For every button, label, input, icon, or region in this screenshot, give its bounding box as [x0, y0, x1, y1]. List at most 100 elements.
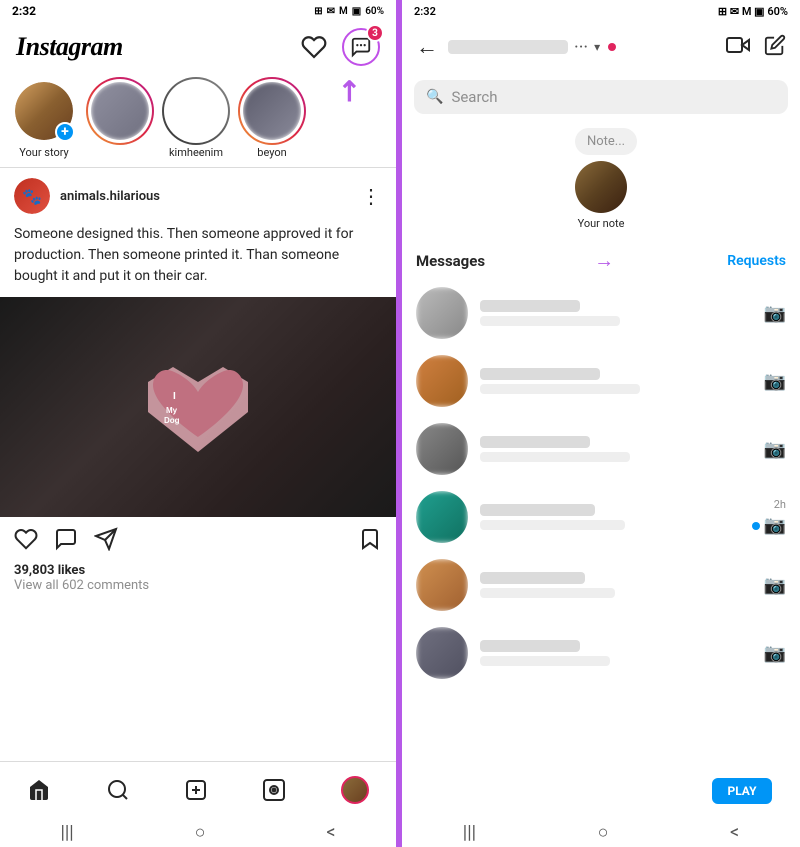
post-header: 🐾 animals.hilarious ⋮: [0, 168, 396, 224]
post-caption: Someone designed this. Then someone appr…: [0, 224, 396, 297]
message-info: [480, 504, 740, 530]
video-call-button[interactable]: [726, 33, 750, 61]
story-item-beyond[interactable]: beyon: [240, 80, 304, 159]
gps-icon: M: [339, 6, 348, 17]
message-preview-blur: [480, 656, 610, 666]
message-item[interactable]: 📷: [402, 619, 800, 687]
post-username: animals.hilarious: [60, 189, 351, 204]
story-item-kimheenim[interactable]: 👤 kimheenim: [164, 80, 228, 159]
story-item-2[interactable]: ​: [88, 80, 152, 159]
nav-add[interactable]: [174, 774, 218, 806]
message-meta: 📷: [764, 303, 786, 324]
status-icons-left: ⊞ ✉ M ▣ 60%: [314, 6, 384, 17]
message-avatar: [416, 491, 468, 543]
android-home-left[interactable]: ○: [195, 822, 206, 843]
wifi-icon-r: ▣: [754, 5, 764, 18]
message-info: [480, 300, 752, 326]
heart-button[interactable]: [300, 33, 328, 61]
back-button[interactable]: ←: [416, 34, 438, 60]
message-meta: 📷: [764, 575, 786, 596]
status-bar-left: 2:32 ⊞ ✉ M ▣ 60%: [0, 0, 396, 22]
share-button[interactable]: [94, 527, 118, 557]
search-bar[interactable]: 🔍 Search: [414, 80, 788, 114]
android-back-left[interactable]: <: [326, 822, 335, 843]
message-meta: 📷: [764, 643, 786, 664]
message-preview-blur: [480, 384, 640, 394]
messenger-button[interactable]: 3 ↗: [342, 28, 380, 66]
camera-icon: 📷: [764, 515, 786, 536]
story-item-your[interactable]: + Your story: [12, 80, 76, 159]
add-story-icon[interactable]: +: [55, 122, 75, 142]
note-area: Note... Your note: [402, 122, 800, 240]
story-label-your: Your story: [19, 146, 69, 159]
post-image: I My Dog ♥: [0, 297, 396, 517]
dm-username-bar: [448, 40, 568, 54]
post-menu-button[interactable]: ⋮: [361, 184, 382, 208]
android-back-right[interactable]: <: [730, 822, 739, 843]
message-name-blur: [480, 300, 580, 312]
message-info: [480, 572, 752, 598]
message-avatar: [416, 423, 468, 475]
message-item[interactable]: 📷: [402, 415, 800, 483]
nav-profile[interactable]: [331, 772, 379, 808]
instagram-logo: Instagram: [16, 32, 123, 62]
nav-search[interactable]: [96, 774, 140, 806]
signal-icon-r: ⊞: [718, 5, 727, 18]
message-item[interactable]: 📷: [402, 551, 800, 619]
your-note-label: Your note: [578, 217, 625, 230]
left-panel: 2:32 ⊞ ✉ M ▣ 60% Instagram 3: [0, 0, 400, 847]
post-actions: [0, 517, 396, 563]
post-avatar: 🐾: [14, 178, 50, 214]
dm-menu-dots[interactable]: ···: [574, 37, 588, 58]
battery-r: 60%: [767, 5, 788, 18]
message-list: 📷 📷 📷: [402, 279, 800, 770]
camera-icon: 📷: [764, 643, 786, 664]
note-avatar[interactable]: [575, 161, 627, 213]
message-preview-blur: [480, 520, 625, 530]
message-info: [480, 436, 752, 462]
battery-text: 60%: [365, 6, 384, 17]
messenger-badge: 3: [366, 24, 384, 42]
edit-button[interactable]: [764, 34, 786, 60]
dm-header-icons: [726, 33, 786, 61]
post-meta: 39,803 likes View all 602 comments: [0, 563, 396, 601]
message-time: 2h: [774, 498, 786, 511]
time-right: 2:32: [414, 5, 436, 18]
android-menu-left[interactable]: |||: [60, 822, 73, 843]
message-preview-blur: [480, 452, 630, 462]
camera-icon: 📷: [764, 575, 786, 596]
android-nav-left: ||| ○ <: [0, 814, 396, 847]
svg-text:I: I: [173, 391, 176, 402]
dm-username-area: ··· ▾: [448, 37, 716, 58]
message-avatar: [416, 355, 468, 407]
messages-header: Messages → Requests: [402, 240, 800, 279]
play-button[interactable]: PLAY: [712, 778, 772, 804]
play-hint-area: PLAY: [402, 770, 800, 814]
messages-title: Messages: [416, 252, 485, 270]
message-item[interactable]: 2h 📷: [402, 483, 800, 551]
view-comments-link[interactable]: View all 602 comments: [14, 578, 382, 593]
message-item[interactable]: 📷: [402, 347, 800, 415]
likes-count: 39,803 likes: [14, 563, 382, 578]
message-info: [480, 640, 752, 666]
message-name-blur: [480, 572, 585, 584]
unread-indicator: [752, 522, 760, 530]
message-meta: 📷: [764, 439, 786, 460]
message-meta: 2h 📷: [752, 498, 786, 536]
camera-icon: 📷: [764, 439, 786, 460]
nav-home[interactable]: [17, 774, 61, 806]
like-button[interactable]: [14, 527, 38, 557]
nav-reels[interactable]: [252, 774, 296, 806]
search-input[interactable]: Search: [451, 88, 776, 106]
mail-icon: ✉: [327, 6, 335, 17]
comment-button[interactable]: [54, 527, 78, 557]
requests-link[interactable]: Requests: [727, 253, 786, 269]
camera-icon: 📷: [764, 303, 786, 324]
android-home-right[interactable]: ○: [598, 822, 609, 843]
save-button[interactable]: [358, 527, 382, 557]
ig-header: Instagram 3 ↗: [0, 22, 396, 72]
android-menu-right[interactable]: |||: [463, 822, 476, 843]
message-preview-blur: [480, 316, 620, 326]
message-item[interactable]: 📷: [402, 279, 800, 347]
status-icons-right: ⊞ ✉ M ▣ 60%: [718, 5, 788, 18]
